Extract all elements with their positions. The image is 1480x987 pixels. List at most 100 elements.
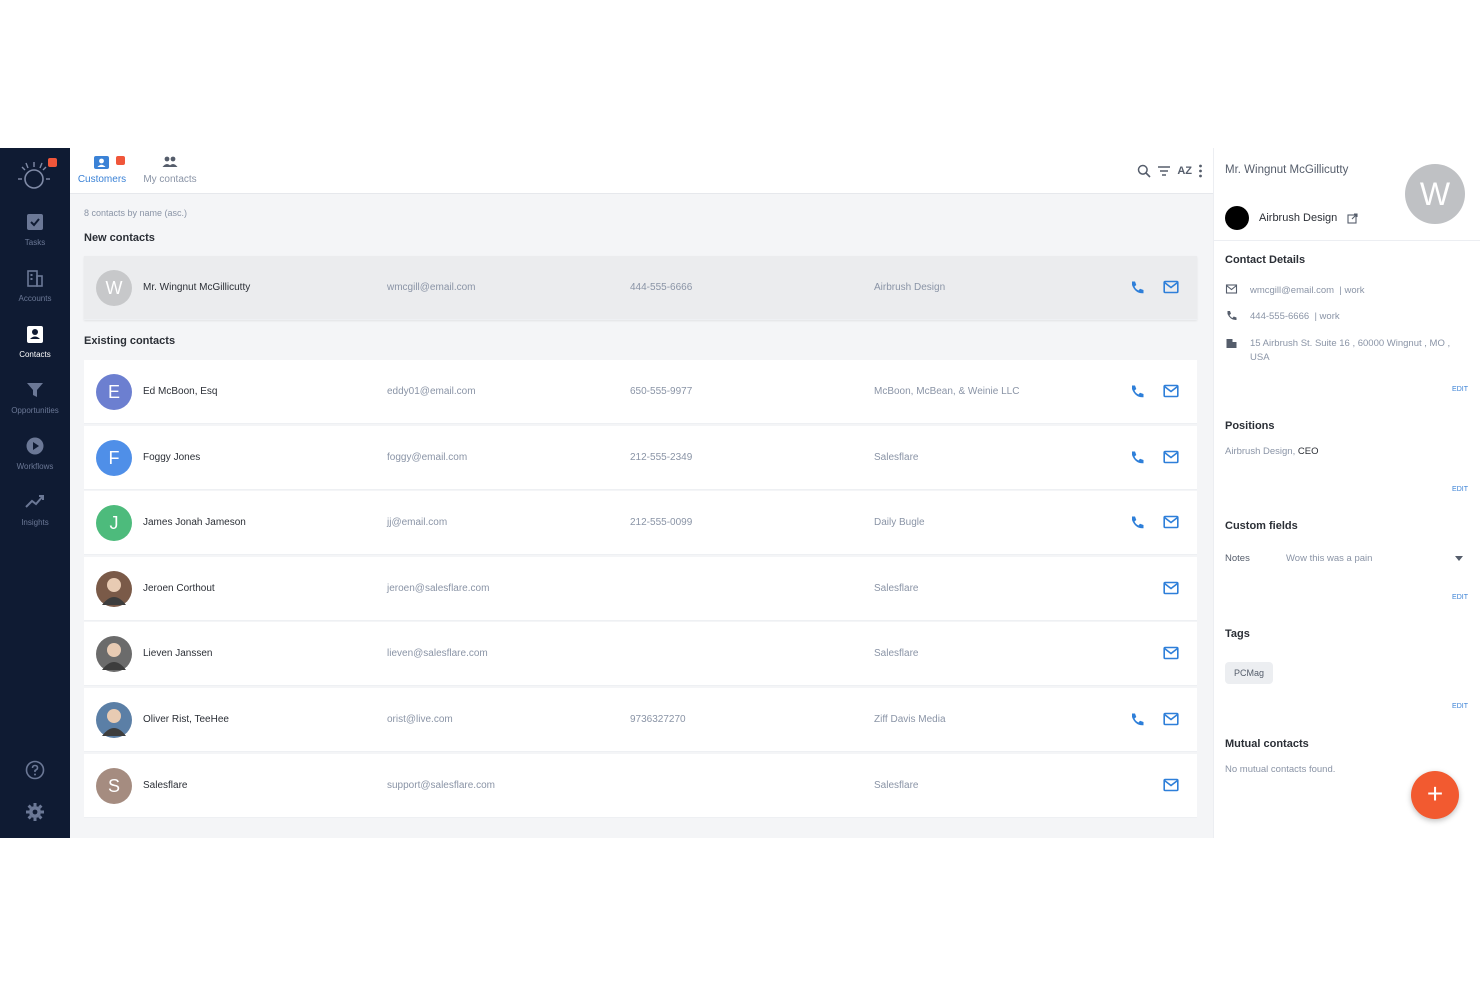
notification-badge: [48, 158, 57, 167]
mail-icon: [1163, 647, 1179, 660]
contact-card-icon: [27, 326, 43, 343]
position-title: CEO: [1297, 446, 1319, 457]
nav-contacts[interactable]: Contacts: [0, 324, 70, 376]
contact-name: Jeroen Corthout: [143, 582, 215, 594]
contact-phone: 212-555-0099: [630, 517, 693, 529]
search-icon[interactable]: [1137, 164, 1151, 178]
nav-workflows[interactable]: Workflows: [0, 436, 70, 488]
contact-email: wmcgill@email.com: [387, 282, 476, 293]
email-button[interactable]: [1163, 450, 1179, 469]
settings-button[interactable]: [0, 802, 70, 827]
edit-custom-fields-button[interactable]: EDIT: [1452, 594, 1468, 601]
contact-row[interactable]: J James Jonah Jameson jj@email.com 212-555-…: [84, 491, 1197, 556]
contact-photo: [96, 702, 132, 738]
detail-phone[interactable]: 444-555-6666 | work: [1225, 310, 1465, 324]
chevron-down-icon[interactable]: [1455, 556, 1463, 561]
nav-insights[interactable]: Insights: [0, 492, 70, 544]
mail-icon: [1163, 778, 1179, 791]
building-icon: [27, 270, 43, 287]
email-button[interactable]: [1163, 515, 1179, 534]
trend-chart-icon: [25, 495, 44, 508]
external-link-icon[interactable]: [1347, 212, 1358, 224]
mail-icon: [1225, 284, 1238, 294]
custom-fields-heading: Custom fields: [1225, 520, 1298, 532]
detail-company[interactable]: Airbrush Design: [1225, 206, 1358, 230]
email-button[interactable]: [1163, 712, 1179, 731]
detail-company-name: Airbrush Design: [1259, 212, 1338, 224]
contact-name: James Jonah Jameson: [143, 517, 246, 529]
contact-row[interactable]: W Mr. Wingnut McGillicutty wmcgill@email.c…: [84, 256, 1197, 320]
nav-opportunities-label: Opportunities: [11, 406, 59, 415]
mail-icon: [1163, 450, 1179, 463]
mail-icon: [1163, 712, 1179, 726]
mail-icon: [1163, 384, 1179, 398]
contact-row[interactable]: Lieven Janssen lieven@salesflare.com Sales…: [84, 622, 1197, 687]
phone-icon: [1132, 516, 1144, 529]
detail-email[interactable]: wmcgill@email.com | work: [1225, 284, 1465, 298]
top-bar: Customers My contacts AZ: [70, 148, 1213, 194]
edit-tags-button[interactable]: EDIT: [1452, 703, 1468, 710]
contact-row[interactable]: F Foggy Jones foggy@email.com 212-555-2349 S…: [84, 425, 1197, 490]
contact-company: Salesflare: [874, 451, 919, 463]
nav-tasks[interactable]: Tasks: [0, 212, 70, 264]
position-entry: Airbrush Design, CEO: [1225, 446, 1318, 457]
salesflare-logo-icon[interactable]: [16, 160, 52, 192]
phone-icon: [1132, 713, 1144, 726]
detail-address[interactable]: 15 Airbrush St. Suite 16 , 60000 Wingnut…: [1225, 337, 1465, 365]
tags-heading: Tags: [1225, 628, 1250, 640]
contact-avatar: F: [96, 439, 132, 476]
tab-my-contacts[interactable]: My contacts: [140, 154, 200, 185]
company-logo: [1225, 206, 1249, 230]
nav-accounts[interactable]: Accounts: [0, 268, 70, 320]
contact-photo: [96, 636, 132, 673]
sort-az-button[interactable]: AZ: [1177, 165, 1192, 177]
contact-company: Salesflare: [874, 648, 919, 660]
contact-company: Airbrush Design: [874, 282, 946, 293]
email-button[interactable]: [1163, 778, 1179, 797]
detail-phone-value: 444-555-6666: [1250, 311, 1310, 322]
positions-heading: Positions: [1225, 420, 1275, 432]
contact-email: jeroen@salesflare.com: [387, 582, 490, 594]
contact-email: support@salesflare.com: [387, 779, 495, 791]
email-button[interactable]: [1163, 581, 1179, 600]
contact-details-heading: Contact Details: [1225, 254, 1306, 266]
contact-company: Daily Bugle: [874, 517, 925, 529]
tab-customers-label: Customers: [77, 174, 127, 185]
contact-detail-panel: Mr. Wingnut McGillicutty W Airbrush Desi…: [1213, 148, 1480, 838]
contact-email: foggy@email.com: [387, 451, 468, 463]
list-summary: 8 contacts by name (asc.): [84, 208, 188, 218]
edit-contact-details-button[interactable]: EDIT: [1452, 386, 1468, 393]
call-button[interactable]: [1129, 384, 1145, 405]
contact-row[interactable]: E Ed McBoon, Esq eddy01@email.com 650-555-9…: [84, 360, 1197, 424]
nav-contacts-label: Contacts: [19, 350, 51, 359]
contact-row[interactable]: S Salesflare support@salesflare.com Salesfl…: [84, 753, 1197, 818]
email-button[interactable]: [1163, 646, 1179, 665]
contact-name: Mr. Wingnut McGillicutty: [143, 282, 251, 293]
edit-positions-button[interactable]: EDIT: [1452, 486, 1468, 493]
contact-email: eddy01@email.com: [387, 386, 476, 397]
app-window: Tasks Accounts Contacts Opportunities Wo…: [0, 148, 1480, 838]
detail-avatar[interactable]: W: [1405, 164, 1465, 224]
tab-customers[interactable]: Customers: [77, 154, 127, 185]
checkbox-icon: [27, 214, 43, 230]
mutual-contacts-empty: No mutual contacts found.: [1225, 764, 1336, 775]
help-button[interactable]: [0, 760, 70, 785]
call-button[interactable]: [1129, 712, 1145, 733]
email-button[interactable]: [1163, 384, 1179, 403]
phone-icon: [1227, 311, 1237, 321]
add-button[interactable]: +: [1411, 771, 1459, 819]
contact-email: lieven@salesflare.com: [387, 648, 488, 660]
email-button[interactable]: [1163, 280, 1179, 299]
contact-row[interactable]: Oliver Rist, TeeHee orist@live.com 9736327…: [84, 688, 1197, 752]
contact-row[interactable]: Jeroen Corthout jeroen@salesflare.com Sale…: [84, 556, 1197, 621]
tab-my-contacts-label: My contacts: [143, 174, 197, 185]
more-vertical-icon[interactable]: [1198, 164, 1203, 178]
call-button[interactable]: [1129, 280, 1145, 301]
detail-contact-name: Mr. Wingnut McGillicutty: [1225, 164, 1349, 176]
call-button[interactable]: [1129, 450, 1145, 471]
tag-chip[interactable]: PCMag: [1225, 662, 1274, 684]
contact-name: Ed McBoon, Esq: [143, 386, 218, 397]
nav-opportunities[interactable]: Opportunities: [0, 380, 70, 432]
filter-icon[interactable]: [1157, 165, 1171, 177]
call-button[interactable]: [1129, 515, 1145, 536]
